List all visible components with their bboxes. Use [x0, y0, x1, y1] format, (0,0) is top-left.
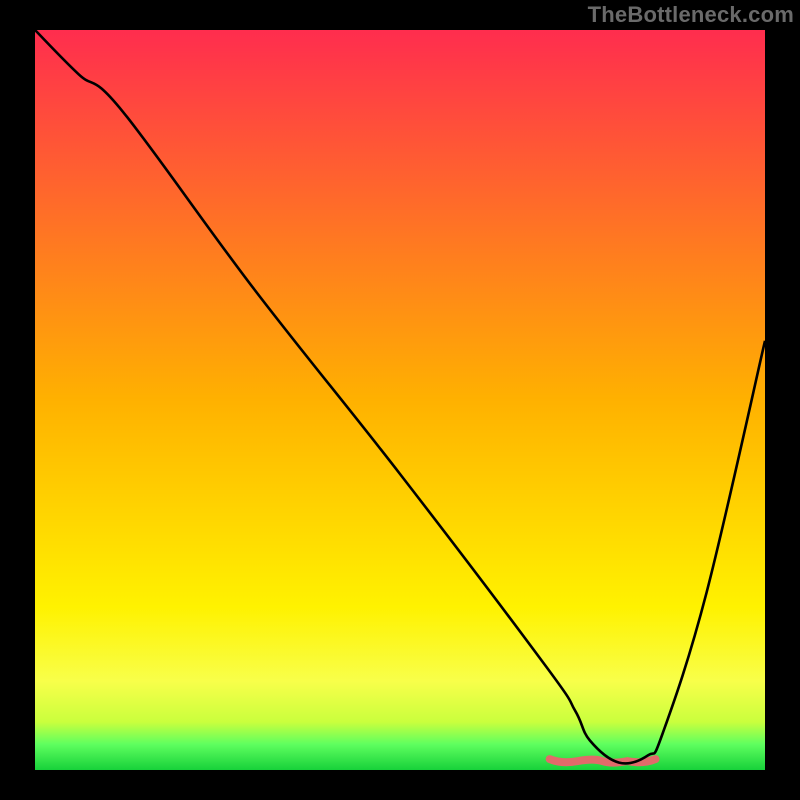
- chart-svg: [0, 0, 800, 800]
- watermark-text: TheBottleneck.com: [588, 2, 794, 28]
- chart-frame: TheBottleneck.com: [0, 0, 800, 800]
